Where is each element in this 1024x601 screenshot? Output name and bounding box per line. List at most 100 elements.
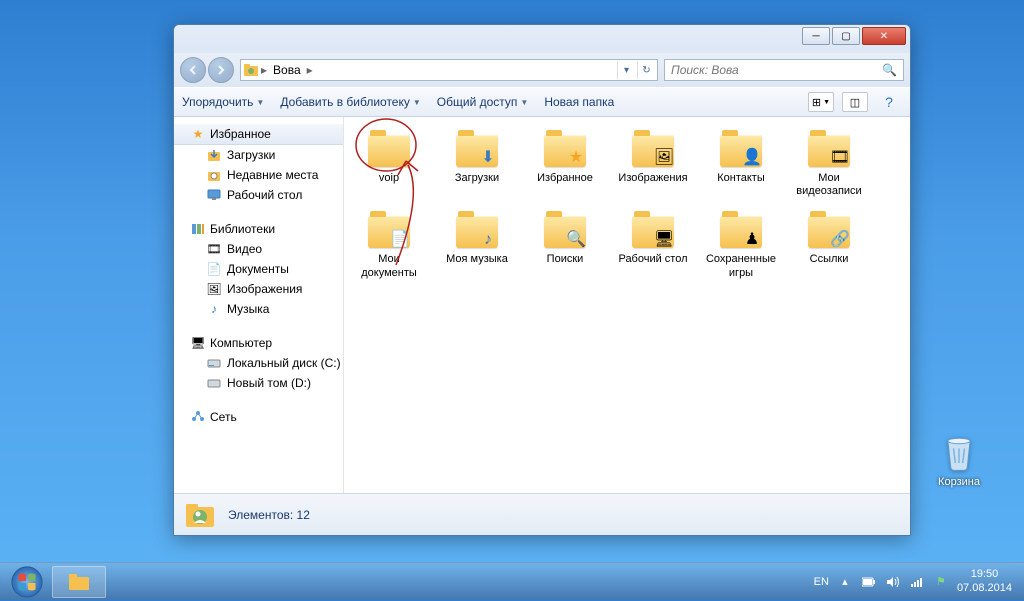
file-label: Мои видеозаписи [790,172,868,198]
title-bar[interactable]: ─ ▢ ✕ [174,25,910,53]
recent-icon [206,167,222,183]
file-label: Рабочий стол [614,253,692,266]
search-icon: 🔍 [882,63,897,77]
sidebar-libraries-header[interactable]: Библиотеки [174,219,343,239]
file-item[interactable]: ♟ Сохраненные игры [700,206,782,283]
arrow-right-icon [215,64,227,76]
breadcrumb-arrow-icon: ▸ [305,63,315,77]
file-label: Моя музыка [438,253,516,266]
documents-icon: 📄 [206,261,222,277]
help-button[interactable]: ? [876,92,902,112]
file-item[interactable]: 🖼Изображения [612,125,694,202]
new-folder-button[interactable]: Новая папка [544,95,614,109]
downloads-icon [206,147,222,163]
battery-icon[interactable] [861,574,877,590]
file-label: Мои документы [350,253,428,279]
address-bar[interactable]: ▸ Вова ▸ ▾ ↻ [240,59,658,81]
disk-icon [206,375,222,391]
file-item[interactable]: voip [348,125,430,202]
file-item[interactable]: 🖥 Рабочий стол [612,206,694,283]
organize-button[interactable]: Упорядочить▼ [182,95,264,109]
status-folder-icon [184,499,216,531]
folder-overlay-icon: 🖥 [653,228,675,250]
file-item[interactable]: 🔍Поиски [524,206,606,283]
file-label: Поиски [526,253,604,266]
file-label: Контакты [702,172,780,185]
nav-bar: ▸ Вова ▸ ▾ ↻ 🔍 [174,53,910,87]
folder-overlay-icon: ♟ [741,228,763,250]
file-item[interactable]: 📄 Мои документы [348,206,430,283]
minimize-button[interactable]: ─ [802,27,830,45]
back-button[interactable] [180,57,206,83]
search-box[interactable]: 🔍 [664,59,904,81]
folder-overlay-icon: ♪ [477,228,499,250]
status-bar: Элементов: 12 [174,493,910,535]
start-button[interactable] [6,563,48,601]
sidebar-item-recent[interactable]: Недавние места [174,165,343,185]
sidebar-item-pictures[interactable]: 🖼Изображения [174,279,343,299]
sidebar-item-video[interactable]: 🎞Видео [174,239,343,259]
file-item[interactable]: 👤Контакты [700,125,782,202]
sidebar-item-disk-d[interactable]: Новый том (D:) [174,373,343,393]
folder-icon [68,573,90,591]
sidebar-item-disk-c[interactable]: Локальный диск (C:) [174,353,343,373]
taskbar-clock[interactable]: 19:50 07.08.2014 [957,568,1012,594]
file-label: Загрузки [438,172,516,185]
video-icon: 🎞 [206,241,222,257]
sidebar-computer-header[interactable]: 🖥 Компьютер [174,333,343,353]
music-icon: ♪ [206,301,222,317]
volume-icon[interactable] [885,574,901,590]
maximize-button[interactable]: ▢ [832,27,860,45]
file-item[interactable]: ★ Избранное [524,125,606,202]
file-label: voip [350,172,428,185]
view-options-button[interactable]: ⊞▼ [808,92,834,112]
computer-icon: 🖥 [190,335,206,351]
recycle-bin-icon [937,430,981,474]
sidebar-item-music[interactable]: ♪Музыка [174,299,343,319]
file-label: Сохраненные игры [702,253,780,279]
recycle-bin[interactable]: Корзина [924,430,994,488]
sidebar: ★ Избранное Загрузки Недавние места Рабо… [174,117,344,493]
breadcrumb-arrow-icon: ▸ [259,63,269,77]
sidebar-favorites-header[interactable]: ★ Избранное [174,123,343,145]
file-item[interactable]: ♪ Моя музыка [436,206,518,283]
close-button[interactable]: ✕ [862,27,906,45]
files-pane[interactable]: voip ⬇ Загрузки ★ Избранное 🖼Изображения👤Конт… [344,117,910,493]
refresh-button[interactable]: ↻ [637,61,655,79]
system-tray: EN ▴ ⚑ 19:50 07.08.2014 [814,568,1018,594]
tray-language[interactable]: EN [814,576,829,588]
folder-overlay-icon: 🎞 [829,147,851,169]
file-item[interactable]: ⬇ Загрузки [436,125,518,202]
sidebar-item-desktop[interactable]: Рабочий стол [174,185,343,205]
sidebar-item-documents[interactable]: 📄Документы [174,259,343,279]
address-dropdown-button[interactable]: ▾ [617,61,635,79]
file-label: Избранное [526,172,604,185]
show-hidden-icon[interactable]: ▴ [837,574,853,590]
breadcrumb-path[interactable]: Вова [269,63,305,77]
disk-icon [206,355,222,371]
desktop-icon [206,187,222,203]
folder-overlay-icon: 📄 [389,228,411,250]
file-label: Ссылки [790,253,868,266]
recycle-bin-label: Корзина [938,476,980,488]
toolbar: Упорядочить▼ Добавить в библиотеку▼ Общи… [174,87,910,117]
star-icon: ★ [190,126,206,142]
file-item[interactable]: 🎞 Мои видеозаписи [788,125,870,202]
taskbar-explorer-button[interactable] [52,566,106,598]
search-input[interactable] [671,63,882,77]
share-button[interactable]: Общий доступ▼ [437,95,529,109]
folder-overlay-icon: ★ [565,147,587,169]
sidebar-item-downloads[interactable]: Загрузки [174,145,343,165]
action-center-icon[interactable]: ⚑ [933,574,949,590]
network-icon [190,409,206,425]
folder-overlay-icon: ⬇ [477,147,499,169]
taskbar: EN ▴ ⚑ 19:50 07.08.2014 [0,562,1024,600]
preview-pane-button[interactable]: ◫ [842,92,868,112]
forward-button[interactable] [208,57,234,83]
add-to-library-button[interactable]: Добавить в библиотеку▼ [280,95,420,109]
file-label: Изображения [614,172,692,185]
sidebar-network-header[interactable]: Сеть [174,407,343,427]
status-count: Элементов: 12 [228,508,310,522]
network-tray-icon[interactable] [909,574,925,590]
file-item[interactable]: 🔗Ссылки [788,206,870,283]
